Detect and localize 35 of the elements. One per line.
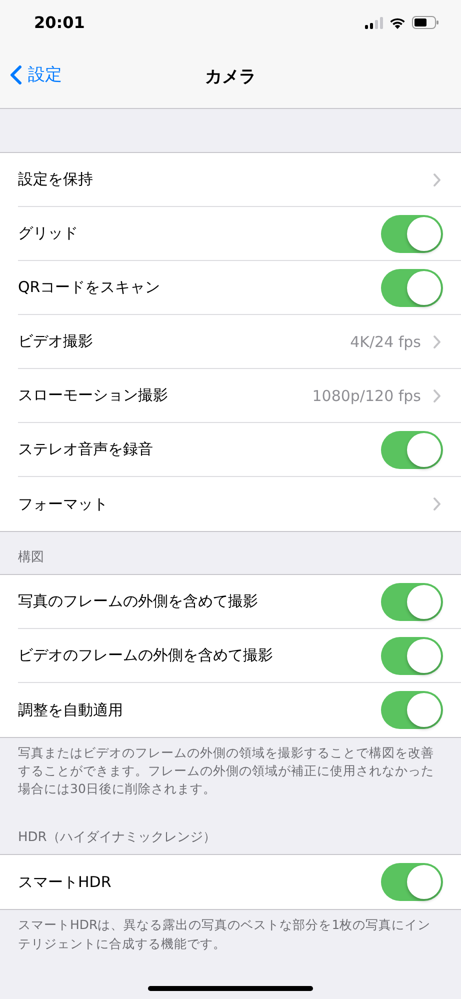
- back-button[interactable]: 設定: [10, 63, 62, 86]
- section-footer: スマートHDRは、異なる露出の写真のベストな部分を1枚の写真にインテリジェントに合成する機能です。: [0, 910, 461, 967]
- row-label: スマートHDR: [18, 872, 112, 892]
- row-label: QRコードをスキャン: [18, 278, 162, 297]
- chevron-right-icon: [433, 388, 441, 402]
- row-label: ビデオのフレームの外側を含めて撮影: [18, 646, 274, 665]
- chevron-right-icon: [433, 497, 441, 511]
- chevron-right-icon: [433, 172, 441, 186]
- section-footer: 写真またはビデオのフレームの外側の領域を撮影することで構図を改善することができます。フレームの外側の領域が補正に使用されなかった場合には30日後に削除されます。: [0, 738, 461, 812]
- toggle-switch[interactable]: [381, 268, 443, 306]
- toggle-switch[interactable]: [381, 430, 443, 468]
- section-header: 構図: [18, 549, 44, 566]
- row-label: ビデオ撮影: [18, 332, 94, 351]
- chevron-right-icon: [433, 334, 441, 348]
- row-value: 1080p/120 fps: [312, 386, 421, 404]
- battery-icon: [412, 16, 439, 29]
- signal-icon: [365, 16, 383, 28]
- section-header: HDR（ハイダイナミックレンジ）: [18, 829, 216, 846]
- row-label: ステレオ音声を録音: [18, 440, 154, 459]
- chevron-left-icon: [10, 64, 22, 84]
- toggle-switch[interactable]: [381, 582, 443, 620]
- status-time: 20:01: [34, 13, 85, 32]
- toggle-switch[interactable]: [381, 214, 443, 252]
- toggle-switch[interactable]: [381, 691, 443, 729]
- row-label: 設定を保持: [18, 170, 94, 189]
- row-value: 4K/24 fps: [350, 332, 421, 350]
- page-title: カメラ: [205, 66, 256, 88]
- row-label: フォーマット: [18, 494, 109, 514]
- row-label: スローモーション撮影: [18, 386, 169, 405]
- row-label: 写真のフレームの外側を含めて撮影: [18, 592, 259, 611]
- toggle-switch[interactable]: [381, 863, 443, 902]
- row-label: 調整を自動適用: [18, 700, 124, 720]
- wifi-icon: [389, 16, 406, 28]
- row-label: グリッド: [18, 224, 79, 243]
- toggle-switch[interactable]: [381, 636, 443, 674]
